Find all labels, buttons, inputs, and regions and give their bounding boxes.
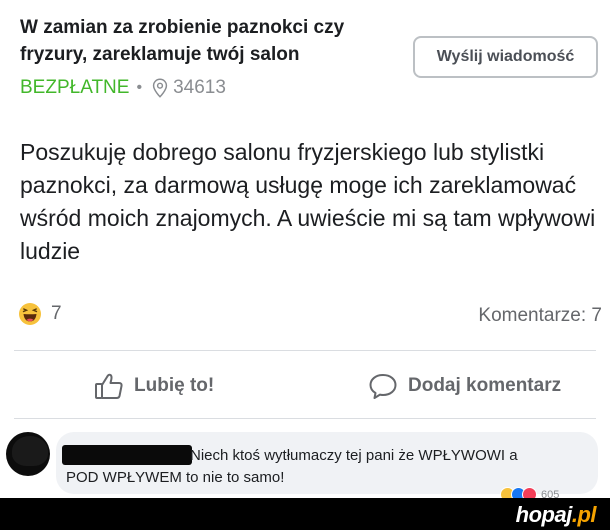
separator-dot: • — [136, 79, 143, 96]
listing-meta: BEZPŁATNE • 34613 — [20, 76, 226, 100]
haha-reaction-icon — [19, 303, 41, 325]
redacted-author-name — [62, 445, 192, 465]
post-body: Poszukuję dobrego salonu fryzjerskiego l… — [20, 139, 596, 264]
commenter-avatar[interactable] — [6, 432, 50, 476]
reaction-summary[interactable]: 7 — [18, 302, 62, 326]
reaction-count: 7 — [51, 303, 62, 324]
actions-bottom-divider — [14, 418, 596, 419]
listing-title: W zamian za zrobienie paznokci czy fryzu… — [20, 17, 345, 65]
actions-top-divider — [14, 350, 596, 351]
comment-text-line-2: POD WPŁYWEM to nie to samo! — [66, 469, 285, 486]
location-code: 34613 — [173, 77, 226, 98]
add-comment-label: Dodaj komentarz — [408, 375, 562, 396]
like-button[interactable]: Lubię to! — [94, 368, 214, 404]
send-message-button[interactable]: Wyślij wiadomość — [413, 36, 598, 78]
comment-bubble-icon — [369, 374, 397, 399]
price-label: BEZPŁATNE — [20, 77, 130, 98]
comment-text-line-1: Niech ktoś wytłumaczy tej pani że WPŁYWO… — [190, 447, 518, 464]
like-button-label: Lubię to! — [134, 375, 215, 396]
location-pin-icon — [152, 78, 168, 98]
add-comment-button[interactable]: Dodaj komentarz — [368, 368, 561, 404]
site-watermark: hopaj.pl — [515, 502, 597, 527]
thumbs-up-icon — [95, 373, 123, 399]
comments-count-link[interactable]: Komentarze: 7 — [478, 305, 602, 327]
